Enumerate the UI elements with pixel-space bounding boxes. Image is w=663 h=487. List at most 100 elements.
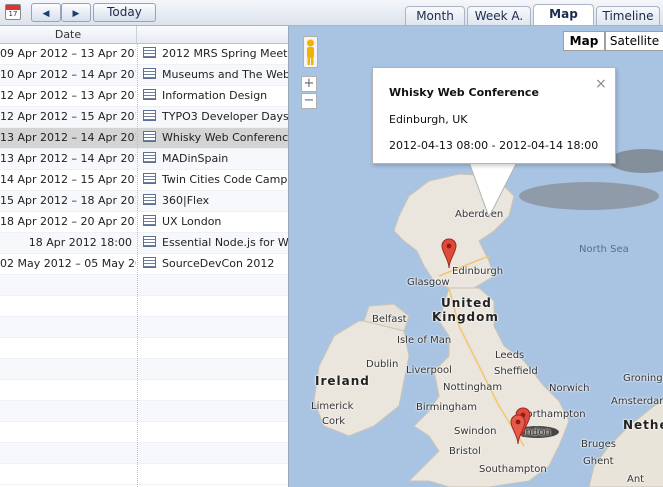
map-label-united: United bbox=[441, 296, 492, 310]
prev-button[interactable]: ◀ bbox=[31, 3, 61, 22]
event-icon bbox=[143, 131, 156, 142]
table-row[interactable] bbox=[0, 464, 288, 485]
table-row[interactable]: 09 Apr 2012 – 13 Apr 2012 2012 MRS Spring… bbox=[0, 44, 288, 65]
event-icon bbox=[143, 194, 156, 205]
map-marker-edinburgh[interactable] bbox=[441, 238, 457, 270]
event-title: Twin Cities Code Camp bbox=[162, 173, 288, 186]
list-header: Date bbox=[0, 26, 288, 44]
event-date: 10 Apr 2012 – 14 Apr 2012 bbox=[0, 68, 136, 81]
table-row[interactable] bbox=[0, 422, 288, 443]
event-title: 360|Flex bbox=[162, 194, 210, 207]
event-icon bbox=[143, 152, 156, 163]
table-row[interactable]: 15 Apr 2012 – 18 Apr 2012 360|Flex bbox=[0, 191, 288, 212]
map-label-isle-of-man: Isle of Man bbox=[397, 335, 452, 346]
close-icon[interactable]: × bbox=[595, 76, 607, 92]
column-divider bbox=[137, 44, 138, 487]
event-icon bbox=[143, 68, 156, 79]
tab-month[interactable]: Month bbox=[405, 6, 465, 25]
table-row[interactable]: 14 Apr 2012 – 15 Apr 2012 Twin Cities Cod… bbox=[0, 170, 288, 191]
calendar-icon-day: 17 bbox=[8, 10, 18, 18]
event-title-cell: UX London bbox=[138, 212, 288, 232]
event-icon bbox=[143, 215, 156, 226]
calendar-icon[interactable]: 17 bbox=[5, 4, 21, 20]
map-label-kingdom: Kingdom bbox=[432, 310, 499, 324]
event-title-cell: Information Design bbox=[138, 86, 288, 106]
event-icon bbox=[143, 47, 156, 58]
event-date: 18 Apr 2012 18:00 bbox=[28, 236, 132, 249]
tab-timeline[interactable]: Timeline bbox=[596, 6, 660, 25]
table-row[interactable] bbox=[0, 359, 288, 380]
event-icon bbox=[143, 173, 156, 184]
event-title-cell: Essential Node.js for Web bbox=[138, 233, 288, 253]
info-window-time: 2012-04-13 08:00 - 2012-04-14 18:00 bbox=[389, 139, 599, 152]
map-label-norwich: Norwich bbox=[549, 383, 590, 394]
chevron-right-icon: ▶ bbox=[72, 9, 80, 19]
map-label-limerick: Limerick bbox=[311, 401, 354, 412]
table-row[interactable]: 13 Apr 2012 – 14 Apr 2012 Whisky Web Conf… bbox=[0, 128, 288, 149]
tab-week-agenda[interactable]: Week A. bbox=[467, 6, 531, 25]
map-label-bristol: Bristol bbox=[449, 446, 481, 457]
zoom-in-button[interactable]: + bbox=[301, 76, 317, 92]
map-label-north-sea: North Sea bbox=[579, 244, 629, 255]
event-title: Information Design bbox=[162, 89, 268, 102]
map-label-netherlands: Netherland bbox=[623, 418, 663, 432]
event-date: 02 May 2012 – 05 May 2012 bbox=[0, 257, 136, 270]
table-row[interactable] bbox=[0, 380, 288, 401]
table-row[interactable]: 18 Apr 2012 18:00 Essential Node.js for W… bbox=[0, 233, 288, 254]
event-title: Whisky Web Conference bbox=[162, 131, 288, 144]
table-row[interactable]: 18 Apr 2012 – 20 Apr 2012 UX London bbox=[0, 212, 288, 233]
event-rows: 09 Apr 2012 – 13 Apr 2012 2012 MRS Spring… bbox=[0, 44, 288, 485]
event-title-cell: Museums and The Web bbox=[138, 65, 288, 85]
event-icon bbox=[143, 257, 156, 268]
map-type-satellite-button[interactable]: Satellite bbox=[605, 31, 663, 51]
event-date: 12 Apr 2012 – 13 Apr 2012 bbox=[0, 89, 136, 102]
event-title-cell: 360|Flex bbox=[138, 191, 288, 211]
today-button[interactable]: Today bbox=[93, 3, 156, 22]
event-title-cell: 2012 MRS Spring Meeting bbox=[138, 44, 288, 64]
event-title: Museums and The Web bbox=[162, 68, 288, 81]
zoom-out-button[interactable]: − bbox=[301, 93, 317, 109]
next-button[interactable]: ▶ bbox=[61, 3, 91, 22]
table-row[interactable] bbox=[0, 338, 288, 359]
event-date: 18 Apr 2012 – 20 Apr 2012 bbox=[0, 215, 136, 228]
map-label-southampton: Southampton bbox=[479, 464, 547, 475]
event-date: 13 Apr 2012 – 14 Apr 2012 bbox=[0, 131, 136, 144]
map-view[interactable]: + − Map Satellite Aberdeen Edinburgh Gla… bbox=[288, 26, 663, 487]
event-date: 14 Apr 2012 – 15 Apr 2012 bbox=[0, 173, 136, 186]
map-marker-london-2[interactable] bbox=[510, 414, 526, 446]
map-type-map-button[interactable]: Map bbox=[563, 31, 605, 51]
event-title-cell: Twin Cities Code Camp bbox=[138, 170, 288, 190]
event-title-cell: MADinSpain bbox=[138, 149, 288, 169]
street-view-pegman-icon[interactable] bbox=[303, 36, 318, 68]
table-row[interactable] bbox=[0, 296, 288, 317]
toolbar: 17 ◀ ▶ Today Month Week A. Map Timeline bbox=[0, 0, 663, 26]
map-label-amsterdam: Amsterdam bbox=[611, 396, 663, 407]
event-date: 09 Apr 2012 – 13 Apr 2012 bbox=[0, 47, 136, 60]
map-label-dublin: Dublin bbox=[366, 359, 399, 370]
event-title: SourceDevCon 2012 bbox=[162, 257, 275, 270]
map-label-cork: Cork bbox=[322, 416, 346, 427]
table-row[interactable] bbox=[0, 443, 288, 464]
event-title-cell: TYPO3 Developer Days bbox=[138, 107, 288, 127]
map-label-glasgow: Glasgow bbox=[407, 277, 450, 288]
table-row[interactable]: 13 Apr 2012 – 14 Apr 2012 MADinSpain bbox=[0, 149, 288, 170]
map-label-birmingham: Birmingham bbox=[416, 402, 477, 413]
table-row[interactable]: 12 Apr 2012 – 13 Apr 2012 Information Des… bbox=[0, 86, 288, 107]
event-list: Date 09 Apr 2012 – 13 Apr 2012 2012 MRS S… bbox=[0, 26, 288, 487]
event-icon bbox=[143, 89, 156, 100]
table-row[interactable]: 12 Apr 2012 – 15 Apr 2012 TYPO3 Developer… bbox=[0, 107, 288, 128]
table-row[interactable]: 02 May 2012 – 05 May 2012 SourceDevCon 20… bbox=[0, 254, 288, 275]
map-label-swindon: Swindon bbox=[454, 426, 497, 437]
zoom-control: + − bbox=[301, 76, 317, 110]
tab-map[interactable]: Map bbox=[533, 4, 594, 25]
table-row[interactable] bbox=[0, 401, 288, 422]
table-row[interactable] bbox=[0, 317, 288, 338]
event-title-cell: SourceDevCon 2012 bbox=[138, 254, 288, 274]
event-date: 15 Apr 2012 – 18 Apr 2012 bbox=[0, 194, 136, 207]
date-column-header[interactable]: Date bbox=[0, 26, 137, 43]
map-label-groningen: Groningen bbox=[623, 373, 663, 384]
map-label-sheffield: Sheffield bbox=[494, 366, 538, 377]
table-row[interactable]: 10 Apr 2012 – 14 Apr 2012 Museums and The… bbox=[0, 65, 288, 86]
table-row[interactable] bbox=[0, 275, 288, 296]
map-label-ant: Ant bbox=[627, 474, 645, 485]
